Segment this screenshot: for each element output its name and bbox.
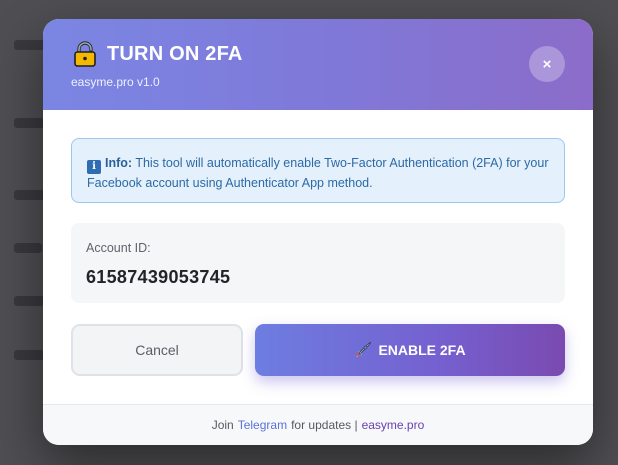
info-text: This tool will automatically enable Two-… xyxy=(87,156,549,190)
footer-prefix: Join xyxy=(211,418,234,432)
account-id-label: Account ID: xyxy=(86,241,151,255)
telegram-link[interactable]: Telegram xyxy=(238,418,287,432)
rocket-icon xyxy=(356,341,372,357)
footer-middle: for updates | xyxy=(291,418,358,432)
info-icon: i xyxy=(87,160,101,174)
info-alert: i Info: This tool will automatically enab… xyxy=(71,138,565,203)
dialog-footer: Join Telegram for updates | easyme.pro xyxy=(43,404,593,445)
lock-icon xyxy=(74,41,96,67)
cancel-button[interactable]: Cancel xyxy=(71,324,243,376)
dialog-title: TURN ON 2FA xyxy=(107,42,243,65)
dialog-title-row: TURN ON 2FA xyxy=(72,41,243,67)
enable-2fa-dialog: TURN ON 2FA easyme.pro v1.0 × i Info: Thi… xyxy=(43,19,593,445)
dialog-header: TURN ON 2FA easyme.pro v1.0 × xyxy=(43,19,593,110)
close-button[interactable]: × xyxy=(529,46,565,82)
info-label: Info: xyxy=(105,156,133,170)
account-card: Account ID: 61587439053745 xyxy=(71,223,565,303)
close-icon: × xyxy=(542,55,552,73)
enable-button-label: ENABLE 2FA xyxy=(378,342,466,358)
dialog-subtitle: easyme.pro v1.0 xyxy=(71,75,160,89)
account-id-value: 61587439053745 xyxy=(86,267,231,287)
enable-2fa-button[interactable]: ENABLE 2FA xyxy=(255,324,565,376)
easyme-link[interactable]: easyme.pro xyxy=(362,418,425,432)
cancel-button-label: Cancel xyxy=(135,342,179,358)
